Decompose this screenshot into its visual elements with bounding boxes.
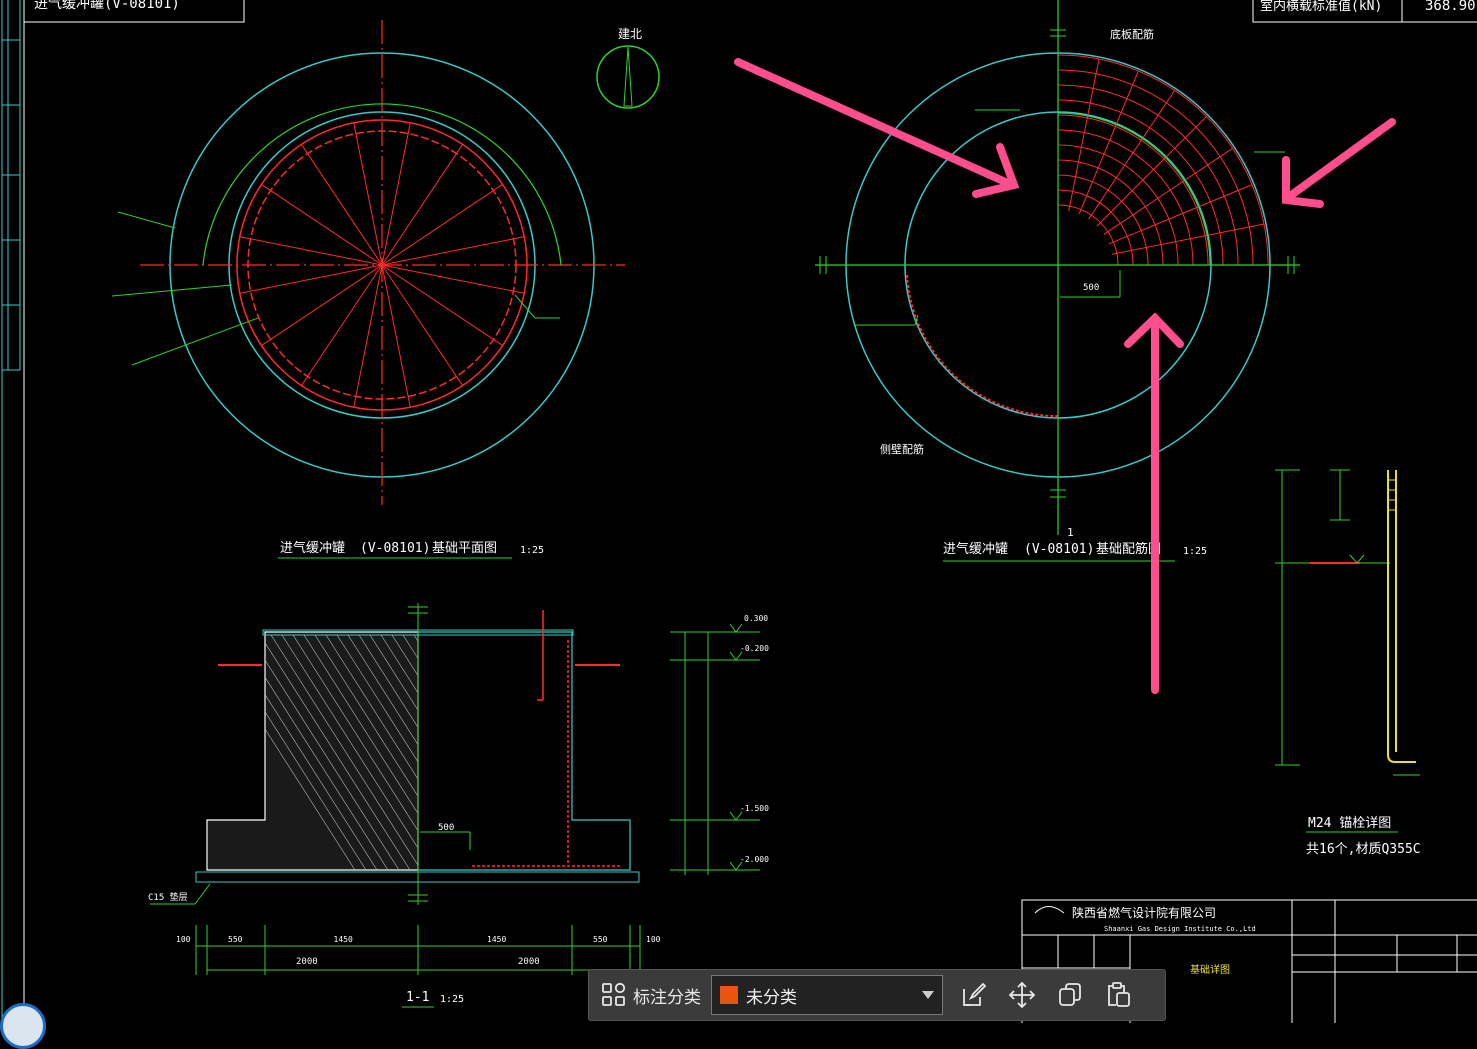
svg-text:进气缓冲罐: 进气缓冲罐 (280, 540, 345, 556)
grid-apps-icon[interactable] (599, 980, 629, 1010)
copy-icon[interactable] (1055, 980, 1085, 1010)
north-arrow: 建北 (596, 27, 660, 109)
section-dim-label: 550 (593, 935, 608, 944)
elevation-dims: 0.300 -0.200 -1.500 -2.000 (670, 614, 769, 875)
svg-text:1:25: 1:25 (520, 545, 544, 556)
section-dim-label: 100 (176, 935, 191, 944)
svg-text:2000: 2000 (518, 957, 540, 967)
cad-drawing-canvas[interactable]: 进气缓冲罐(V-08101) 室内横载标准值(kN) 368.90 建北 进气缓… (0, 0, 1477, 1023)
category-label: 标注分类 (633, 987, 701, 1008)
top-left-title-box: 进气缓冲罐(V-08101) (23, 0, 245, 23)
dropdown-caret-icon (922, 991, 934, 999)
section-dim-label: 100 (646, 935, 661, 944)
svg-text:C15 垫层: C15 垫层 (148, 891, 188, 903)
avatar[interactable] (0, 1003, 46, 1049)
svg-text:底板配筋: 底板配筋 (1110, 27, 1154, 41)
section-dim-label: 550 (228, 935, 243, 944)
svg-text:基础平面图: 基础平面图 (432, 541, 497, 556)
svg-text:1-1: 1-1 (406, 990, 429, 1005)
company-name-en: Shaanxi Gas Design Institute Co.,Ltd (1104, 925, 1256, 933)
plan2-title: 进气缓冲罐 (V-08101) 基础配筋图 1:25 (943, 541, 1207, 562)
category-color-swatch (720, 986, 738, 1004)
bolt-title: M24 锚栓详图 (1308, 816, 1391, 831)
north-label: 建北 (618, 27, 642, 41)
edit-icon[interactable] (959, 980, 989, 1010)
table-value: 368.90 (1425, 0, 1476, 14)
bolt-note: 共16个,材质Q355C (1306, 842, 1421, 857)
svg-text:0.300: 0.300 (744, 614, 768, 623)
annotation-arrows (734, 58, 1396, 694)
svg-text:-1.500: -1.500 (740, 804, 769, 813)
drawing-frame (1, 0, 25, 1023)
section-1-1: 500 C15 垫层 100 550 1450 1450 550 100 2000 200… (148, 603, 661, 1008)
svg-text:1: 1 (1067, 526, 1074, 539)
svg-text:进气缓冲罐: 进气缓冲罐 (943, 541, 1008, 557)
section-dim-label: 1450 (334, 935, 353, 944)
annotation-toolbar: 标注分类 未分类 (588, 969, 1166, 1021)
svg-text:1:25: 1:25 (1183, 546, 1207, 557)
plan1-title: 进气缓冲罐 (V-08101) 基础平面图 1:25 (278, 540, 544, 559)
paste-icon[interactable] (1103, 980, 1133, 1010)
svg-text:500: 500 (438, 823, 454, 833)
top-right-table: 室内横载标准值(kN) 368.90 (1252, 0, 1477, 23)
reinforcement-plan: 500 底板配筋 侧壁配筋 1 (815, 0, 1300, 539)
table-label: 室内横载标准值(kN) (1260, 0, 1382, 14)
svg-text:500: 500 (1083, 283, 1099, 293)
svg-text:(V-08101): (V-08101) (1024, 542, 1094, 557)
sheet-name: 基础详图 (1190, 963, 1230, 976)
category-select[interactable]: 未分类 (711, 975, 943, 1015)
company-name: 陕西省燃气设计院有限公司 (1072, 905, 1216, 920)
svg-text:1:25: 1:25 (440, 994, 464, 1005)
section-dim-label: 1450 (487, 935, 506, 944)
move-icon[interactable] (1007, 980, 1037, 1010)
svg-text:(V-08101): (V-08101) (360, 541, 430, 556)
foundation-plan (111, 20, 625, 505)
svg-text:侧壁配筋: 侧壁配筋 (880, 442, 924, 456)
top-left-title: 进气缓冲罐(V-08101) (34, 0, 180, 12)
svg-text:-0.200: -0.200 (740, 644, 769, 653)
bolt-detail: M24 锚栓详图 共16个,材质Q355C (1275, 469, 1421, 857)
svg-text:2000: 2000 (296, 957, 318, 967)
svg-text:-2.000: -2.000 (740, 855, 769, 864)
selected-category: 未分类 (746, 987, 797, 1008)
